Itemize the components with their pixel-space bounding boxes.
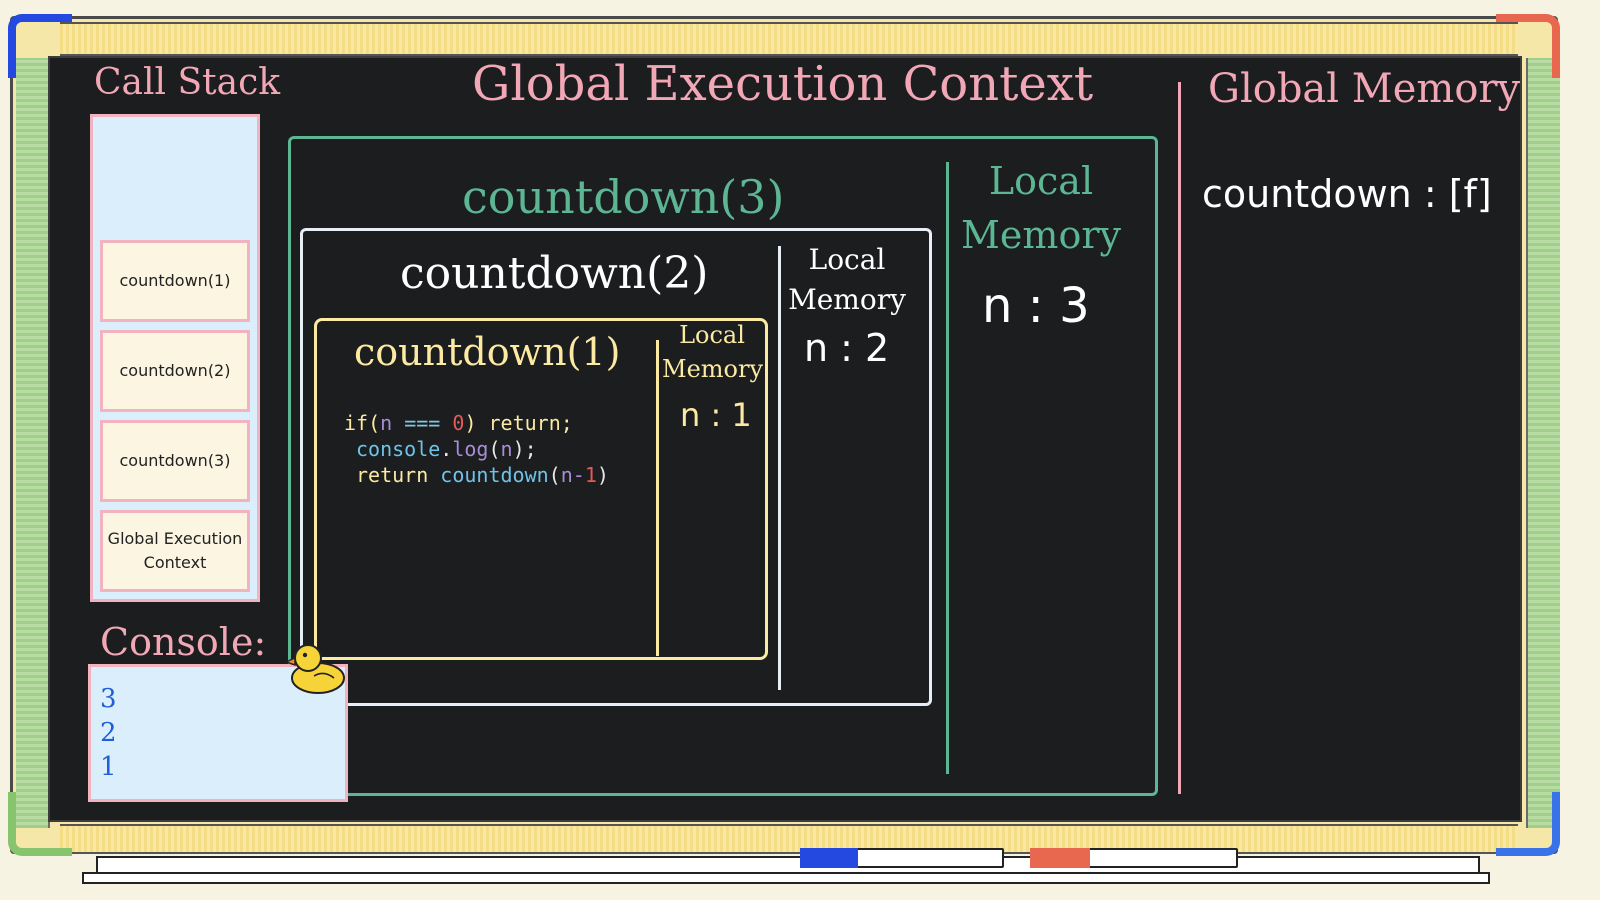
call-stack-title: Call Stack <box>94 62 281 103</box>
local-memory-title-countdown-2: Local Memory <box>788 243 906 316</box>
context-divider-countdown-3 <box>946 162 949 774</box>
stack-frame-countdown-1: countdown(1) <box>100 240 250 322</box>
marker-tray-base <box>82 872 1490 884</box>
global-memory-entry: countdown : [f] <box>1202 172 1492 216</box>
console-title: Console: <box>100 620 267 664</box>
context-title-countdown-2: countdown(2) <box>400 248 709 299</box>
global-memory-divider <box>1178 82 1181 794</box>
frame-border-top <box>60 22 1518 56</box>
context-divider-countdown-2 <box>778 246 781 690</box>
console-line: 2 <box>100 718 117 748</box>
console-line: 1 <box>100 752 117 782</box>
stack-frame-global-execution-context: Global Execution Context <box>100 510 250 592</box>
local-memory-value-countdown-1: n : 1 <box>680 396 752 434</box>
marker-tray <box>96 856 1480 872</box>
context-title-countdown-1: countdown(1) <box>354 330 621 374</box>
frame-border-left <box>16 58 50 828</box>
stack-frame-countdown-3: countdown(3) <box>100 420 250 502</box>
global-execution-context-title: Global Execution Context <box>472 56 1094 112</box>
global-memory-title: Global Memory <box>1208 66 1521 112</box>
corner-bracket-bottom-right <box>1496 792 1560 856</box>
stack-frame-countdown-2: countdown(2) <box>100 330 250 412</box>
context-title-countdown-3: countdown(3) <box>462 170 785 224</box>
red-marker-cap <box>1030 848 1090 868</box>
corner-bracket-top-left <box>8 14 72 78</box>
rubber-duck-icon <box>284 644 345 694</box>
context-divider-countdown-1 <box>656 340 659 656</box>
local-memory-value-countdown-2: n : 2 <box>804 326 890 370</box>
local-memory-title-countdown-3: Local Memory <box>961 159 1121 257</box>
frame-border-right <box>1526 58 1560 828</box>
code-line-3: return countdown(n-1) <box>356 463 609 487</box>
code-line-2: console.log(n); <box>356 437 537 461</box>
console-line: 3 <box>100 684 117 714</box>
corner-bracket-bottom-left <box>8 792 72 856</box>
frame-border-bottom <box>60 824 1518 854</box>
code-line-1: if(n === 0) return; <box>344 411 573 435</box>
local-memory-title-countdown-1: Local Memory <box>662 321 764 383</box>
blue-marker-cap <box>800 848 858 868</box>
local-memory-value-countdown-3: n : 3 <box>982 278 1090 334</box>
